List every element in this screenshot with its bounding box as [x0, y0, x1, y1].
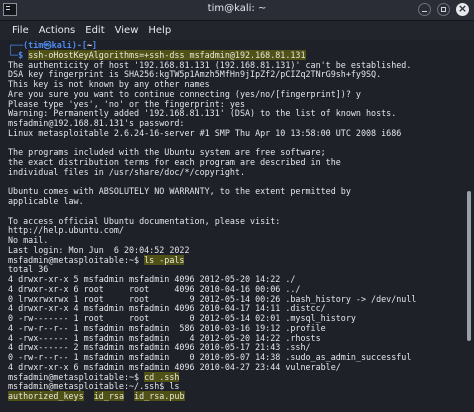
scrollbar[interactable]: [464, 41, 474, 412]
output-line: Linux metasploitable 2.6.24-16-server #1…: [8, 127, 402, 138]
terminal-output[interactable]: ┌──(tim㉿kali)-[~] └─$ ssh-oHostKeyAlgori…: [0, 41, 464, 412]
close-icon[interactable]: [456, 2, 469, 16]
terminal-window: tim@kali: ~ File Actions Edit View Help …: [0, 0, 474, 412]
minimize-icon[interactable]: [418, 3, 431, 16]
scrollbar-thumb[interactable]: [467, 191, 471, 341]
menu-help[interactable]: Help: [143, 21, 176, 40]
menu-edit[interactable]: Edit: [80, 21, 109, 40]
window-title: tim@kali: ~: [207, 3, 267, 14]
menu-file[interactable]: File: [0, 21, 34, 40]
file-id-rsa-pub: id_rsa.pub: [134, 391, 185, 401]
file-id-rsa: id_rsa: [93, 391, 124, 401]
ls-command: ls -pals: [144, 254, 185, 265]
maximize-icon[interactable]: [437, 3, 450, 16]
ssh-output: The authenticity of host '192.168.81.131…: [8, 60, 464, 256]
ls-listing: 4 drwxr-xr-x 5 msfadmin msfadmin 4096 20…: [8, 274, 464, 373]
output-line: applicable law.: [8, 196, 84, 206]
menu-bar: File Actions Edit View Help: [0, 21, 474, 40]
menu-actions[interactable]: Actions: [34, 21, 81, 40]
ssh-command: ssh: [28, 49, 44, 60]
remote-prompt-ls: msfadmin@metasploitable:~$ ls -pals: [8, 254, 185, 265]
cd-command: cd .ssh: [144, 371, 180, 382]
output-line: individual files in /usr/share/doc/*/cop…: [8, 166, 245, 177]
menu-view[interactable]: View: [110, 21, 144, 40]
ssh-args: -oHostKeyAlgorithms=+ssh-dss msfadmin@19…: [43, 49, 306, 60]
title-bar[interactable]: tim@kali: ~: [0, 0, 474, 21]
file-authorized-keys: authorized_keys: [8, 391, 84, 401]
ssh-dir-listing: authorized_keys id_rsa id_rsa.pub: [8, 391, 464, 402]
output-line: http://help.ubuntu.com/: [8, 225, 124, 236]
ls-ssh-command: ls: [169, 381, 180, 392]
